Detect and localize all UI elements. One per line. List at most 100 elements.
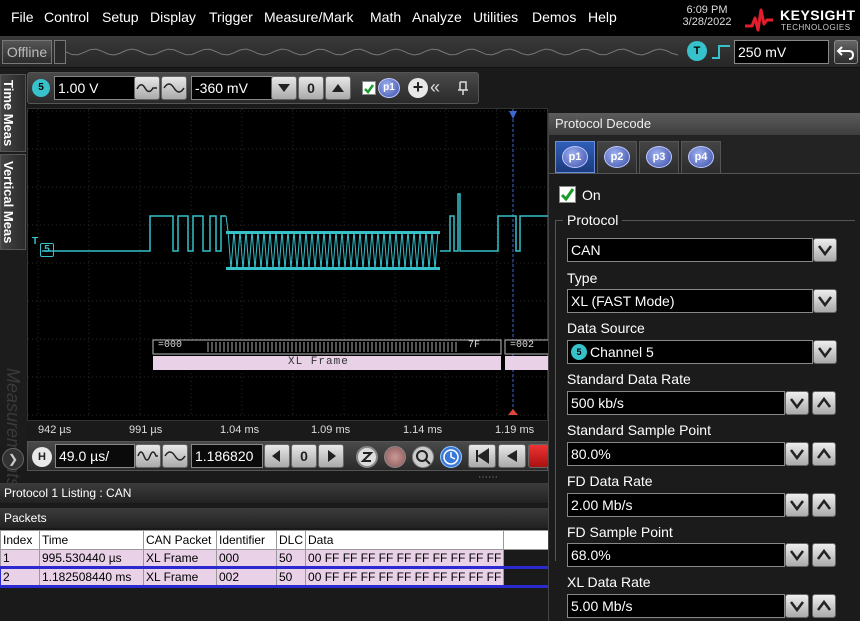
table-row-selected[interactable]: 2 1.182508440 ms XL Frame 002 50 00 FF F… bbox=[0, 565, 554, 588]
fd-rate-down-button[interactable] bbox=[785, 493, 809, 517]
menu-demos[interactable]: Demos bbox=[532, 9, 576, 25]
time-tick-2: 991 µs bbox=[129, 424, 163, 436]
clock-icon[interactable] bbox=[440, 446, 462, 468]
data-source-select[interactable]: 5 Channel 5 bbox=[567, 340, 813, 364]
column-header-identifier[interactable]: Identifier bbox=[216, 530, 277, 550]
column-header-dlc[interactable]: DLC bbox=[275, 530, 307, 550]
grid-icon[interactable] bbox=[384, 446, 406, 468]
xl-rate-down-button[interactable] bbox=[785, 594, 809, 618]
chevron-down-icon bbox=[818, 347, 832, 358]
status-grip[interactable] bbox=[54, 40, 66, 64]
cell-time: 995.530440 µs bbox=[39, 549, 144, 568]
tab-time-meas[interactable]: Time Meas bbox=[0, 74, 26, 152]
std-sample-up-button[interactable] bbox=[812, 442, 836, 466]
type-select[interactable]: XL (FAST Mode) bbox=[567, 289, 813, 313]
data-source-dropdown-button[interactable] bbox=[813, 340, 837, 364]
menu-file[interactable]: File bbox=[11, 9, 34, 25]
trigger-level-marker[interactable]: T bbox=[32, 236, 38, 247]
channel-badge[interactable]: 5 bbox=[32, 79, 50, 97]
offset-down-button[interactable] bbox=[271, 76, 297, 100]
fd-sample-field[interactable]: 68.0% bbox=[567, 543, 785, 567]
panel-title[interactable]: Protocol Decode bbox=[549, 113, 860, 135]
hscale-coarse-button[interactable] bbox=[135, 444, 161, 468]
jump-start-button[interactable] bbox=[468, 444, 496, 468]
vertical-scale-field[interactable]: 1.00 V bbox=[54, 76, 136, 100]
tab-p2[interactable]: p2 bbox=[597, 141, 637, 173]
xl-rate-field[interactable]: 5.00 Mb/s bbox=[567, 594, 785, 618]
listing-title-bar[interactable]: Protocol 1 Listing : CAN bbox=[0, 483, 552, 503]
trigger-position-marker[interactable] bbox=[508, 409, 518, 415]
scale-fine-button[interactable] bbox=[161, 76, 187, 100]
bus-frame-bar-2[interactable] bbox=[505, 356, 549, 370]
horizontal-scale-field[interactable]: 49.0 µs/ bbox=[55, 444, 135, 468]
std-sample-down-button[interactable] bbox=[785, 442, 809, 466]
column-header-index[interactable]: Index bbox=[0, 530, 40, 550]
menu-setup[interactable]: Setup bbox=[102, 9, 139, 25]
protocol-select[interactable]: CAN bbox=[567, 238, 813, 262]
fd-sample-up-button[interactable] bbox=[812, 543, 836, 567]
position-right-button[interactable] bbox=[318, 444, 344, 468]
play-back-button[interactable] bbox=[498, 444, 526, 468]
offline-button[interactable]: Offline bbox=[2, 40, 52, 64]
packets-title-bar[interactable]: Packets bbox=[0, 508, 552, 528]
fd-rate-up-button[interactable] bbox=[812, 493, 836, 517]
on-checkbox[interactable] bbox=[559, 186, 576, 203]
std-rate-field[interactable]: 500 kb/s bbox=[567, 391, 785, 415]
stop-button[interactable] bbox=[528, 444, 549, 468]
waveform-display[interactable]: T 5 =000 7F =002 XL Frame 942 µs 991 µs … bbox=[27, 108, 549, 436]
zoom-icon[interactable] bbox=[356, 446, 378, 468]
table-row[interactable]: 1 995.530440 µs XL Frame 000 50 00 FF FF… bbox=[0, 549, 552, 568]
hscale-fine-button[interactable] bbox=[162, 444, 188, 468]
fd-sample-down-button[interactable] bbox=[785, 543, 809, 567]
menu-analyze[interactable]: Analyze bbox=[412, 9, 462, 25]
bus-data-segment-1[interactable] bbox=[152, 339, 502, 355]
menu-trigger[interactable]: Trigger bbox=[209, 9, 253, 25]
cursor-marker-top[interactable] bbox=[509, 111, 517, 119]
channel-ground-marker[interactable]: 5 bbox=[40, 243, 54, 257]
tab-p4-label: p4 bbox=[688, 146, 714, 168]
collapse-left-icon[interactable]: « bbox=[430, 77, 440, 98]
trigger-source-badge[interactable]: T bbox=[687, 41, 707, 61]
menu-display[interactable]: Display bbox=[150, 9, 196, 25]
position-left-button[interactable] bbox=[264, 444, 290, 468]
position-zero-button[interactable]: 0 bbox=[291, 444, 317, 468]
menu-control[interactable]: Control bbox=[44, 9, 89, 25]
rising-edge-icon[interactable] bbox=[710, 42, 732, 62]
std-rate-down-button[interactable] bbox=[785, 391, 809, 415]
column-header-time[interactable]: Time bbox=[39, 530, 144, 550]
undo-button[interactable] bbox=[834, 40, 858, 64]
tab-p4[interactable]: p4 bbox=[681, 141, 721, 173]
std-rate-up-button[interactable] bbox=[812, 391, 836, 415]
fd-rate-field[interactable]: 2.00 Mb/s bbox=[567, 493, 785, 517]
vertical-offset-field[interactable]: -360 mV bbox=[191, 76, 273, 100]
menu-help[interactable]: Help bbox=[588, 9, 617, 25]
wave-compressed-icon bbox=[137, 451, 158, 461]
menu-measure-mark[interactable]: Measure/Mark bbox=[264, 9, 353, 25]
tab-p3[interactable]: p3 bbox=[639, 141, 679, 173]
expand-chevron-button[interactable]: ❯ bbox=[2, 448, 24, 470]
menu-utilities[interactable]: Utilities bbox=[473, 9, 518, 25]
offset-zero-button[interactable]: 0 bbox=[298, 76, 324, 100]
channel-visible-checkbox[interactable] bbox=[362, 81, 376, 95]
data-source-value: Channel 5 bbox=[590, 344, 654, 360]
protocol-dropdown-button[interactable] bbox=[813, 238, 837, 262]
xl-rate-up-button[interactable] bbox=[812, 594, 836, 618]
search-icon[interactable] bbox=[412, 446, 434, 468]
column-header-can-packet[interactable]: CAN Packet bbox=[143, 530, 217, 550]
std-sample-field[interactable]: 80.0% bbox=[567, 442, 785, 466]
column-header-data[interactable]: Data bbox=[305, 530, 505, 550]
protocol-badge[interactable]: p1 bbox=[378, 78, 400, 98]
tab-vertical-meas[interactable]: Vertical Meas bbox=[0, 154, 26, 250]
channel-5-badge: 5 bbox=[571, 344, 587, 360]
horizontal-position-field[interactable]: 1.186820 bbox=[191, 444, 263, 468]
tab-p1[interactable]: p1 bbox=[555, 141, 595, 173]
horizontal-badge[interactable]: H bbox=[32, 447, 52, 467]
type-dropdown-button[interactable] bbox=[813, 289, 837, 313]
pin-icon[interactable] bbox=[456, 80, 470, 96]
scale-coarse-button[interactable] bbox=[134, 76, 160, 100]
add-icon[interactable]: + bbox=[408, 78, 428, 98]
resize-grip[interactable]: ⋯⋯ bbox=[478, 472, 498, 483]
offset-up-button[interactable] bbox=[325, 76, 351, 100]
menu-math[interactable]: Math bbox=[370, 9, 401, 25]
trigger-level-field[interactable]: 250 mV bbox=[734, 40, 829, 64]
